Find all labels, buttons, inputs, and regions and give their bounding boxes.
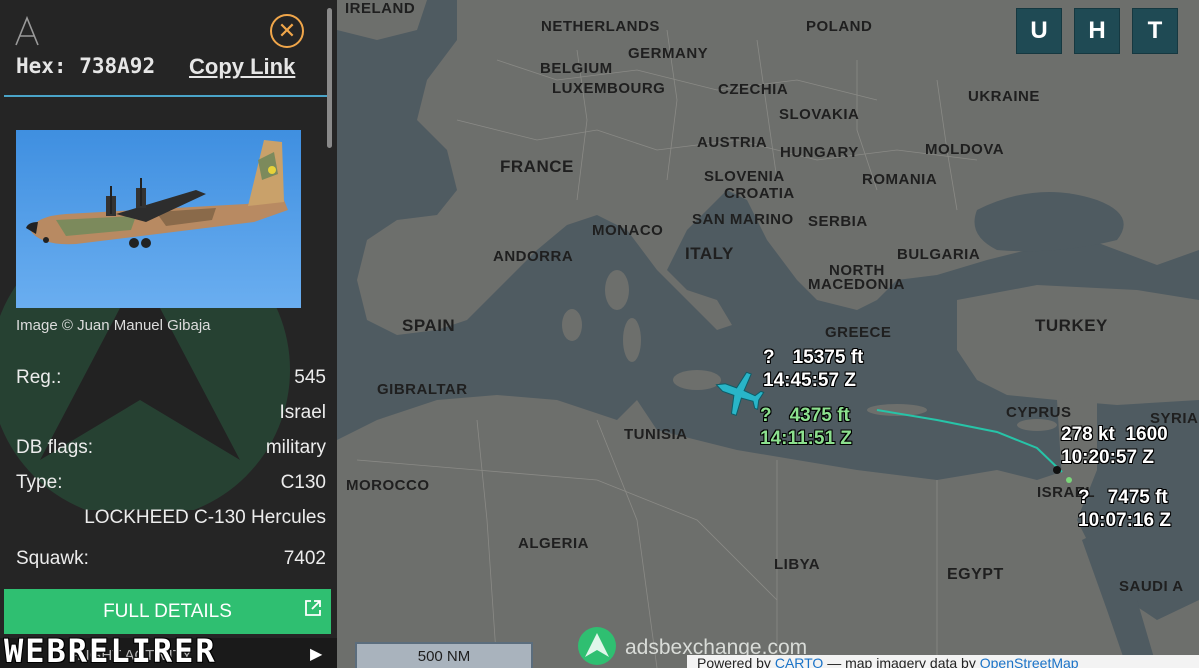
- db-flags-label: DB flags:: [16, 437, 94, 458]
- hex-label: Hex:: [16, 54, 67, 78]
- label-altitude: 7475 ft: [1107, 487, 1168, 508]
- country-label: SLOVAKIA: [779, 106, 860, 123]
- track-point-label[interactable]: 278 kt 1600 10:20:57 Z: [1061, 424, 1168, 470]
- external-link-icon: [305, 600, 321, 616]
- country-label: UKRAINE: [968, 88, 1040, 105]
- chevron-right-icon: ▶: [310, 646, 323, 663]
- label-unknown: ?: [1078, 487, 1090, 508]
- label-altitude: 4375 ft: [789, 405, 850, 426]
- close-icon: ✕: [277, 18, 297, 43]
- type-label: Type:: [16, 472, 63, 493]
- country-label: SPAIN: [402, 316, 456, 335]
- track-point-label[interactable]: ? 7475 ft 10:07:16 Z: [1078, 487, 1171, 533]
- country-label: CYPRUS: [1006, 404, 1072, 421]
- country-label: EGYPT: [947, 566, 1004, 583]
- country-label: MONACO: [592, 222, 664, 239]
- country-label: LIBYA: [774, 556, 821, 573]
- country-label: IRELAND: [345, 0, 416, 17]
- country-label: ANDORRA: [493, 248, 574, 265]
- aircraft-label[interactable]: ? 15375 ft 14:45:57 Z: [763, 347, 863, 393]
- label-altitude: 1600: [1125, 424, 1168, 445]
- country-label: GERMANY: [628, 45, 709, 62]
- copy-link[interactable]: Copy Link: [189, 54, 295, 80]
- country-value: Israel: [279, 402, 326, 423]
- label-speed: 278 kt: [1061, 424, 1115, 445]
- country-label: SAUDI A: [1119, 578, 1184, 595]
- country-label: MOLDOVA: [925, 141, 1005, 158]
- country-label: ROMANIA: [862, 171, 938, 188]
- hex-row: Hex: 738A92: [16, 54, 155, 78]
- carto-link[interactable]: CARTO: [775, 655, 824, 668]
- aircraft-photo[interactable]: [16, 130, 301, 308]
- label-unknown: ?: [763, 347, 775, 368]
- country-label: AUSTRIA: [697, 134, 768, 151]
- map-attribution: Powered by CARTO — map imagery data by O…: [687, 655, 1199, 668]
- label-time: 10:07:16 Z: [1078, 509, 1171, 531]
- type-full-name: LOCKHEED C-130 Hercules: [84, 507, 326, 528]
- watermark-text: WEBRELIRER: [4, 632, 217, 668]
- country-label: ITALY: [685, 244, 734, 263]
- label-altitude: 15375 ft: [792, 347, 864, 368]
- osm-link[interactable]: OpenStreetMap: [980, 655, 1079, 668]
- reg-value: 545: [294, 367, 326, 388]
- country-label: GREECE: [825, 324, 892, 341]
- map-view[interactable]: IRELAND NETHERLANDS POLAND GERMANY BELGI…: [337, 0, 1199, 668]
- close-button[interactable]: ✕: [270, 14, 304, 48]
- db-flags-value: military: [265, 437, 326, 458]
- country-label: FRANCE: [500, 157, 574, 176]
- attribution-text: — map imagery data by: [823, 655, 980, 668]
- country-label: TUNISIA: [624, 426, 688, 443]
- full-details-label: FULL DETAILS: [103, 600, 232, 622]
- country-label: CROATIA: [724, 185, 795, 202]
- country-label: HUNGARY: [780, 144, 859, 161]
- country-label: LUXEMBOURG: [552, 80, 666, 97]
- divider: [4, 95, 329, 97]
- aircraft-info-panel: ✕ Hex: 738A92 Copy Link Image © Juan Man…: [0, 0, 337, 668]
- country-label: NETHERLANDS: [541, 18, 660, 35]
- label-time: 10:20:57 Z: [1061, 446, 1154, 468]
- country-label: SLOVENIA: [704, 168, 785, 185]
- adsb-logo-icon: [15, 16, 39, 46]
- map-button-u[interactable]: U: [1016, 8, 1062, 54]
- label-unknown: ?: [760, 405, 772, 426]
- track-point-label[interactable]: ? 4375 ft 14:11:51 Z: [760, 405, 852, 451]
- full-details-button[interactable]: FULL DETAILS: [4, 589, 331, 634]
- squawk-value: 7402: [283, 548, 326, 569]
- country-label: BELGIUM: [540, 60, 613, 77]
- scale-bar: 500 NM: [355, 642, 533, 668]
- country-label: GIBRALTAR: [377, 381, 468, 398]
- country-label: BULGARIA: [897, 246, 981, 263]
- type-value: C130: [280, 472, 326, 493]
- label-time: 14:11:51 Z: [760, 427, 852, 449]
- reg-label: Reg.:: [16, 367, 62, 388]
- image-credit: Image © Juan Manuel Gibaja: [16, 317, 211, 334]
- squawk-label: Squawk:: [16, 548, 89, 569]
- country-label: SERBIA: [808, 213, 868, 230]
- map-button-h[interactable]: H: [1074, 8, 1120, 54]
- map-button-t[interactable]: T: [1132, 8, 1178, 54]
- country-label: MOROCCO: [346, 477, 430, 494]
- scrollbar[interactable]: [327, 8, 332, 148]
- country-label: TURKEY: [1035, 316, 1108, 335]
- country-label: POLAND: [806, 18, 873, 35]
- country-label: MACEDONIA: [808, 276, 905, 293]
- scale-label: 500 NM: [417, 647, 471, 665]
- country-label: SAN MARINO: [692, 211, 794, 228]
- country-label: ALGERIA: [518, 535, 589, 552]
- hex-value: 738A92: [79, 54, 156, 78]
- adsbexchange-logo-icon: [578, 627, 616, 665]
- label-time: 14:45:57 Z: [763, 369, 856, 391]
- attribution-text: Powered by: [697, 655, 775, 668]
- country-label: CZECHIA: [718, 81, 789, 98]
